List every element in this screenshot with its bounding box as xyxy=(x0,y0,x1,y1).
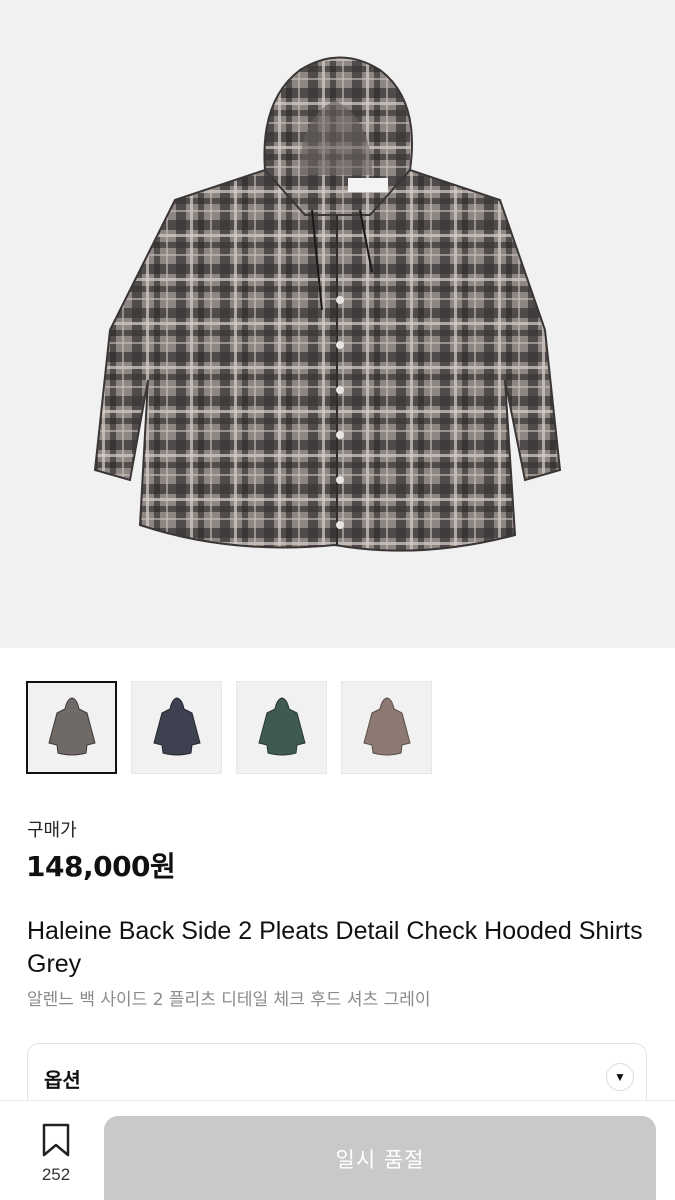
price: 148,000원 xyxy=(26,850,176,883)
shirt-thumbnail-icon xyxy=(152,696,201,755)
product-title-ko: 알렌느 백 사이드 2 플리츠 디테일 체크 후드 셔츠 그레이 xyxy=(27,990,431,1010)
bookmark-count: 252 xyxy=(41,1165,71,1184)
bookmark-button[interactable]: 252 xyxy=(30,1123,82,1193)
shirt-thumbnail-icon xyxy=(47,696,96,755)
thumbnail-strip xyxy=(26,681,432,774)
bottom-action-bar: 252 일시 품절 xyxy=(0,1100,675,1200)
product-title-en: Haleine Back Side 2 Pleats Detail Check … xyxy=(27,917,643,978)
hooded-check-shirt-photo xyxy=(93,56,562,552)
shirt-thumbnail-icon xyxy=(362,696,411,755)
thumbnail-green[interactable] xyxy=(236,681,327,774)
chevron-down-icon: ▼ xyxy=(606,1063,634,1091)
thumbnail-navy[interactable] xyxy=(131,681,222,774)
sold-out-button[interactable]: 일시 품절 xyxy=(104,1116,656,1200)
price-label: 구매가 xyxy=(27,820,77,841)
option-label: 옵션 xyxy=(44,1068,81,1092)
thumbnail-grey[interactable] xyxy=(26,681,117,774)
product-main-image xyxy=(0,0,675,648)
thumbnail-brown[interactable] xyxy=(341,681,432,774)
bookmark-icon xyxy=(42,1123,70,1157)
shirt-thumbnail-icon xyxy=(257,696,306,755)
